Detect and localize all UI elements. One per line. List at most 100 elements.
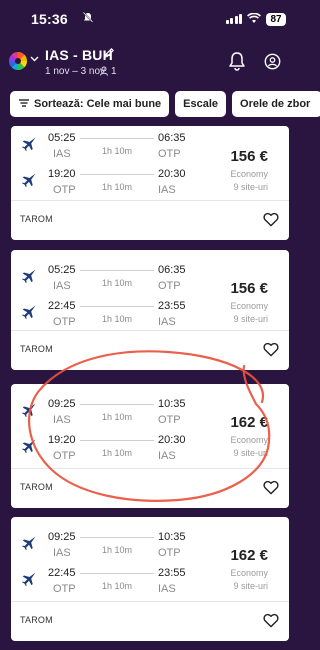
card-divider: [11, 601, 289, 602]
app-logo-icon[interactable]: [8, 51, 28, 71]
departure-time: 09:25: [48, 398, 76, 410]
arrival-airport: OTP: [158, 148, 181, 160]
arrival-time: 10:35: [158, 531, 186, 543]
departure-time: 05:25: [48, 264, 76, 276]
flight-path-line: [80, 440, 154, 441]
departure-airport: OTP: [53, 184, 76, 196]
result-card[interactable]: 09:25 IAS 1h 10m 10:35 OTP 19:20 OTP 1h 10m 20:3…: [11, 384, 289, 508]
flight-path-line: [80, 537, 154, 538]
cabin-class: Economy: [230, 301, 268, 311]
departure-airport: IAS: [53, 414, 71, 426]
outbound-leg: 05:25 IAS 1h 10m 06:35 OTP: [11, 132, 201, 166]
departure-time: 05:25: [48, 132, 76, 144]
outbound-leg: 09:25 IAS 1h 10m 10:35 OTP: [11, 398, 201, 432]
passenger-icon: [99, 66, 109, 79]
trip-dates: 1 nov – 3 nov: [45, 66, 106, 77]
inbound-leg: 19:20 OTP 1h 10m 20:30 IAS: [11, 434, 201, 468]
airline-name: TAROM: [20, 482, 53, 492]
flight-duration: 1h 10m: [102, 448, 133, 458]
price: 162 €: [230, 414, 268, 431]
cabin-class: Economy: [230, 435, 268, 445]
flight-duration: 1h 10m: [102, 278, 133, 288]
heart-icon[interactable]: [263, 613, 279, 633]
tarom-airline-logo-icon: [21, 268, 37, 284]
arrival-airport: OTP: [158, 414, 181, 426]
filter-bar: Sortează: Cele mai bune Escale Orele de …: [10, 91, 320, 117]
price: 162 €: [230, 547, 268, 564]
departure-airport: IAS: [53, 547, 71, 559]
result-card[interactable]: 05:25 IAS 1h 10m 06:35 OTP 22:45 OTP 1h 10m 23:5…: [11, 250, 289, 370]
departure-time: 09:25: [48, 531, 76, 543]
result-card[interactable]: 09:25 IAS 1h 10m 10:35 OTP 22:45 OTP 1h 10m 23:5…: [11, 517, 289, 641]
booking-sites-count: 9 site-uri: [233, 182, 268, 192]
tarom-airline-logo-icon: [21, 571, 37, 587]
tarom-airline-logo-icon: [21, 402, 37, 418]
arrival-airport: IAS: [158, 450, 176, 462]
search-header: IAS - BUH 1 nov – 3 nov 1: [0, 38, 300, 84]
arrival-time: 23:55: [158, 567, 186, 579]
flight-path-line: [80, 138, 154, 139]
arrival-airport: IAS: [158, 316, 176, 328]
departure-airport: OTP: [53, 583, 76, 595]
account-icon[interactable]: [264, 53, 281, 75]
sort-icon: [18, 98, 30, 111]
price-alert-bell-icon[interactable]: [228, 51, 246, 76]
heart-icon[interactable]: [263, 480, 279, 500]
arrival-airport: OTP: [158, 280, 181, 292]
airline-name: TAROM: [20, 615, 53, 625]
flight-duration: 1h 10m: [102, 182, 133, 192]
flight-times-filter-button[interactable]: Orele de zbor: [232, 91, 320, 117]
battery-level: 87: [266, 12, 286, 26]
tarom-airline-logo-icon: [21, 535, 37, 551]
heart-icon[interactable]: [263, 212, 279, 232]
booking-sites-count: 9 site-uri: [233, 581, 268, 591]
inbound-leg: 19:20 OTP 1h 10m 20:30 IAS: [11, 168, 201, 202]
tarom-airline-logo-icon: [21, 304, 37, 320]
departure-airport: IAS: [53, 148, 71, 160]
stops-filter-label: Escale: [183, 98, 219, 110]
departure-time: 19:20: [48, 168, 76, 180]
card-divider: [11, 468, 289, 469]
departure-airport: OTP: [53, 316, 76, 328]
flight-duration: 1h 10m: [102, 545, 133, 555]
result-card[interactable]: 05:25 IAS 1h 10m 06:35 OTP 19:20 OTP 1h 10m 20:3…: [11, 126, 289, 240]
flight-path-line: [80, 270, 154, 271]
arrival-time: 23:55: [158, 300, 186, 312]
inbound-leg: 22:45 OTP 1h 10m 23:55 IAS: [11, 567, 201, 601]
departure-airport: IAS: [53, 280, 71, 292]
flight-duration: 1h 10m: [102, 314, 133, 324]
departure-time: 22:45: [48, 567, 76, 579]
flight-path-line: [80, 573, 154, 574]
departure-time: 19:20: [48, 434, 76, 446]
sort-button[interactable]: Sortează: Cele mai bune: [10, 91, 170, 117]
arrival-airport: IAS: [158, 583, 176, 595]
stops-filter-button[interactable]: Escale: [175, 91, 227, 117]
flight-path-line: [80, 174, 154, 175]
airline-name: TAROM: [20, 214, 53, 224]
passenger-count: 1: [111, 66, 117, 77]
card-divider: [11, 330, 289, 331]
status-time: 15:36: [31, 11, 68, 27]
departure-airport: OTP: [53, 450, 76, 462]
wifi-icon: [247, 11, 261, 27]
flight-path-line: [80, 306, 154, 307]
cellular-signal-icon: [225, 14, 242, 24]
flight-duration: 1h 10m: [102, 581, 133, 591]
pencil-edit-icon[interactable]: [103, 47, 115, 62]
tarom-airline-logo-icon: [21, 438, 37, 454]
heart-icon[interactable]: [263, 342, 279, 362]
booking-sites-count: 9 site-uri: [233, 314, 268, 324]
cabin-class: Economy: [230, 169, 268, 179]
arrival-time: 20:30: [158, 434, 186, 446]
flight-times-filter-label: Orele de zbor: [240, 98, 311, 110]
outbound-leg: 09:25 IAS 1h 10m 10:35 OTP: [11, 531, 201, 565]
arrival-airport: OTP: [158, 547, 181, 559]
chevron-down-icon[interactable]: [30, 54, 39, 65]
booking-sites-count: 9 site-uri: [233, 448, 268, 458]
flight-path-line: [80, 404, 154, 405]
flight-duration: 1h 10m: [102, 412, 133, 422]
card-divider: [11, 200, 289, 201]
arrival-time: 06:35: [158, 264, 186, 276]
flight-duration: 1h 10m: [102, 146, 133, 156]
arrival-time: 10:35: [158, 398, 186, 410]
